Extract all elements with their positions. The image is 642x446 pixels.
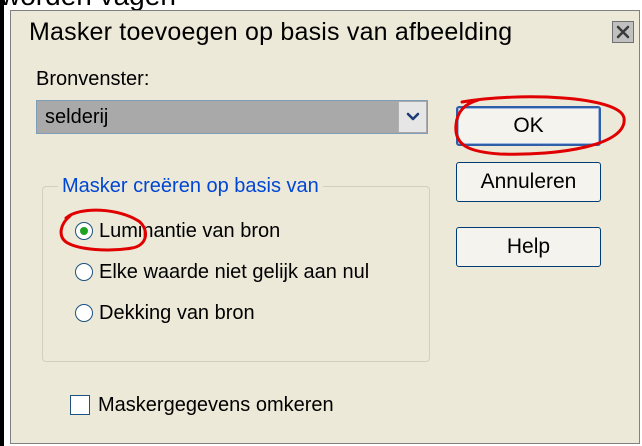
radio-luminance[interactable]: Luminantie van bron bbox=[75, 217, 280, 245]
outer-border bbox=[0, 0, 4, 446]
radio-luminance-label: Luminantie van bron bbox=[99, 219, 281, 242]
mask-options-group-title: Masker creëren op basis van bbox=[58, 175, 323, 198]
source-window-label: Bronvenster: bbox=[36, 68, 150, 90]
cancel-button[interactable]: Annuleren bbox=[456, 162, 601, 202]
ok-button[interactable]: OK bbox=[456, 106, 601, 146]
radio-nonzero[interactable]: Elke waarde niet gelijk aan nul bbox=[75, 258, 369, 286]
radio-button[interactable] bbox=[75, 263, 93, 281]
dropdown-button[interactable] bbox=[398, 102, 426, 132]
radio-button-selected[interactable] bbox=[75, 222, 93, 240]
chevron-down-icon bbox=[406, 112, 419, 121]
invert-mask-label: Maskergegevens omkeren bbox=[98, 393, 334, 416]
source-window-value: selderij bbox=[45, 106, 109, 128]
radio-opacity-label: Dekking van bron bbox=[99, 301, 255, 324]
radio-nonzero-label: Elke waarde niet gelijk aan nul bbox=[99, 260, 370, 283]
invert-mask-checkbox[interactable] bbox=[70, 395, 90, 415]
radio-opacity[interactable]: Dekking van bron bbox=[75, 299, 255, 327]
close-button[interactable] bbox=[612, 21, 634, 43]
dialog-titlebar[interactable]: Masker toevoegen op basis van afbeelding bbox=[11, 11, 639, 51]
invert-mask-row[interactable]: Maskergegevens omkeren bbox=[70, 390, 334, 420]
screenshot-canvas: worden vagen Masker toevoegen op basis v… bbox=[0, 0, 642, 446]
radio-button[interactable] bbox=[75, 304, 93, 322]
help-button[interactable]: Help bbox=[456, 227, 601, 267]
close-x-icon bbox=[616, 25, 630, 39]
dialog-title: Masker toevoegen op basis van afbeelding bbox=[29, 18, 513, 46]
radio-dot bbox=[80, 227, 88, 235]
source-window-select[interactable]: selderij bbox=[36, 100, 428, 134]
